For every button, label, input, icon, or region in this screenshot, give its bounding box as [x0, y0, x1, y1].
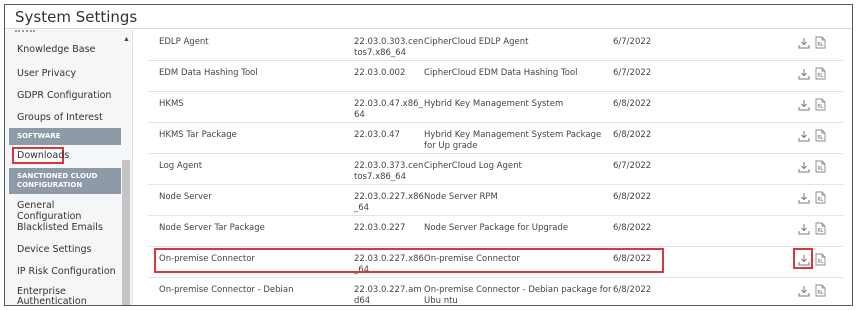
package-description: Node Server Package for Upgrade — [424, 223, 569, 233]
package-version: 22.03.0.303.cen tos7.x86_64 — [354, 37, 424, 58]
table-row: HKMS Tar Package 22.03.0.47 Hybrid Key M… — [148, 123, 843, 154]
table-row: Node Server 22.03.0.227.x86 _64 Node Ser… — [148, 185, 843, 216]
download-icon[interactable] — [798, 99, 810, 111]
package-version: 22.03.0.227.am d64 — [354, 285, 422, 306]
file-icon[interactable] — [815, 253, 826, 266]
package-version: 22.03.0.373.cen tos7.x86_64 — [354, 161, 424, 182]
file-icon[interactable] — [815, 67, 826, 80]
file-icon[interactable] — [815, 98, 826, 111]
package-date: 6/8/2022 — [613, 130, 652, 140]
package-name: On-premise Connector - Debian — [159, 285, 294, 295]
download-icon[interactable] — [798, 130, 810, 142]
sidebar-section-software: SOFTWARE — [9, 128, 121, 145]
download-icon[interactable] — [798, 285, 810, 297]
package-description: Node Server RPM — [424, 192, 498, 202]
table-row: EDLP Agent 22.03.0.303.cen tos7.x86_64 C… — [148, 30, 843, 61]
package-description: Hybrid Key Management System Package for… — [424, 130, 602, 151]
page-title: System Settings — [15, 8, 138, 26]
file-icon[interactable] — [815, 284, 826, 297]
sidebar: Knowledge Base User Privacy GDPR Configu… — [5, 30, 133, 306]
package-description: CipherCloud EDLP Agent — [424, 37, 529, 47]
highlight-box-row — [154, 248, 664, 273]
scroll-up-arrow-icon[interactable]: ▲ — [123, 36, 130, 43]
package-name: EDLP Agent — [159, 37, 209, 47]
package-name: Log Agent — [159, 161, 203, 171]
table-row: EDM Data Hashing Tool 22.03.0.002 Cipher… — [148, 61, 843, 92]
title-bar: System Settings — [5, 5, 852, 29]
package-name: Node Server Tar Package — [159, 223, 265, 233]
package-version: 22.03.0.002 — [354, 68, 406, 78]
table-row: Log Agent 22.03.0.373.cen tos7.x86_64 Ci… — [148, 154, 843, 185]
package-description: CipherCloud EDM Data Hashing Tool — [424, 68, 578, 78]
package-date: 6/8/2022 — [613, 99, 652, 109]
sidebar-item-downloads[interactable]: Downloads — [12, 147, 69, 164]
package-name: HKMS Tar Package — [159, 130, 237, 140]
package-name: HKMS — [159, 99, 184, 109]
sidebar-item-user-privacy[interactable]: User Privacy — [5, 68, 121, 79]
file-icon[interactable] — [815, 222, 826, 235]
highlight-box-download-button — [793, 248, 813, 269]
download-icon[interactable] — [798, 68, 810, 80]
package-description: Hybrid Key Management System — [424, 99, 564, 109]
package-date: 6/7/2022 — [613, 37, 652, 47]
sidebar-item-enterprise-authentication[interactable]: Enterprise Authentication — [5, 287, 105, 306]
sidebar-item-blacklisted-emails[interactable]: Blacklisted Emails — [5, 222, 121, 233]
package-name: EDM Data Hashing Tool — [159, 68, 258, 78]
sidebar-scrollbar-thumb[interactable] — [122, 160, 130, 305]
table-row: On-premise Connector - Debian 22.03.0.22… — [148, 278, 843, 306]
downloads-table: EDLP Agent 22.03.0.303.cen tos7.x86_64 C… — [148, 30, 852, 306]
download-icon[interactable] — [798, 192, 810, 204]
file-icon[interactable] — [815, 36, 826, 49]
file-icon[interactable] — [815, 160, 826, 173]
sidebar-item-general-configuration[interactable]: General Configuration — [5, 200, 121, 222]
system-settings-window: System Settings Knowledge Base User Priv… — [4, 4, 853, 306]
file-icon[interactable] — [815, 129, 826, 142]
package-date: 6/8/2022 — [613, 285, 652, 295]
sidebar-item-gdpr-configuration[interactable]: GDPR Configuration — [5, 90, 121, 101]
package-version: 22.03.0.227.x86 _64 — [354, 192, 424, 213]
sidebar-section-sanctioned-cloud: SANCTIONED CLOUD CONFIGURATION — [9, 168, 121, 194]
package-version: 22.03.0.47 — [354, 130, 400, 140]
package-date: 6/8/2022 — [613, 192, 652, 202]
download-icon[interactable] — [798, 161, 810, 173]
sidebar-item-knowledge-base[interactable]: Knowledge Base — [5, 44, 121, 55]
clipped-item — [15, 30, 35, 34]
download-icon[interactable] — [798, 223, 810, 235]
package-description: On-premise Connector - Debian package fo… — [424, 285, 612, 306]
sidebar-item-ip-risk-configuration[interactable]: IP Risk Configuration — [5, 266, 121, 277]
file-icon[interactable] — [815, 191, 826, 204]
package-version: 22.03.0.227 — [354, 223, 406, 233]
table-row: Node Server Tar Package 22.03.0.227 Node… — [148, 216, 843, 247]
package-date: 6/7/2022 — [613, 68, 652, 78]
package-date: 6/7/2022 — [613, 161, 652, 171]
download-icon[interactable] — [798, 37, 810, 49]
package-version: 22.03.0.47.x86_ 64 — [354, 99, 423, 120]
table-row: HKMS 22.03.0.47.x86_ 64 Hybrid Key Manag… — [148, 92, 843, 123]
sidebar-item-groups-of-interest[interactable]: Groups of Interest — [5, 112, 121, 123]
package-description: CipherCloud Log Agent — [424, 161, 522, 171]
package-name: Node Server — [159, 192, 212, 202]
package-date: 6/8/2022 — [613, 223, 652, 233]
sidebar-item-device-settings[interactable]: Device Settings — [5, 244, 121, 255]
